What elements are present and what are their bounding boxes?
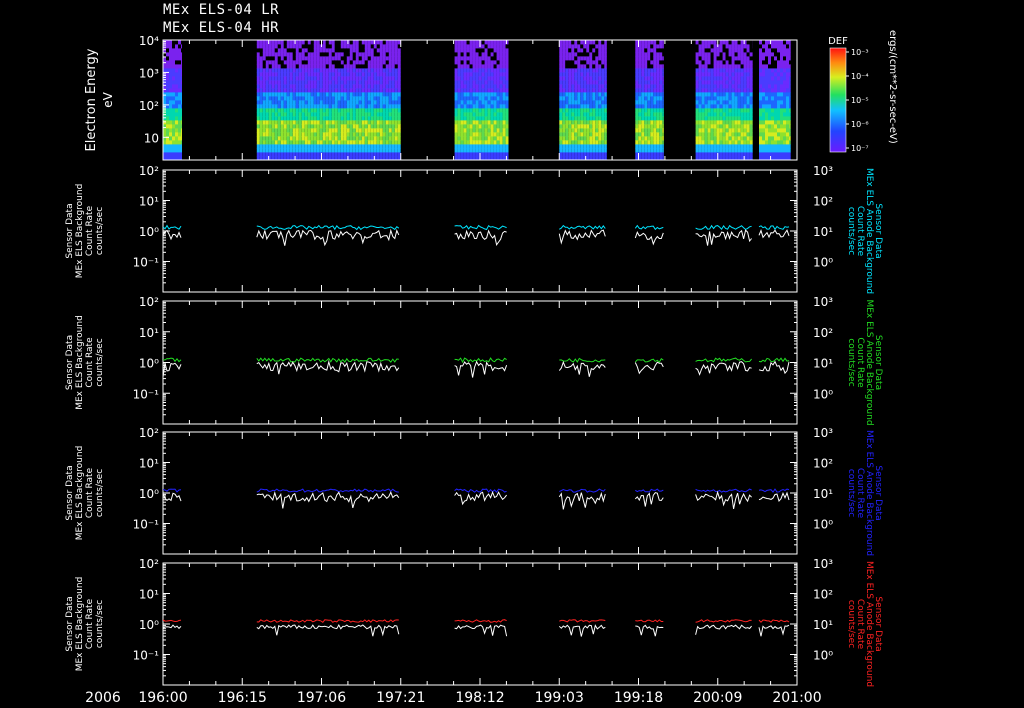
panel-left-ytick-label: 10⁻¹ [133, 518, 160, 532]
xtick-label: 198:12 [455, 690, 504, 706]
panel-left-ytick-label: 10⁻¹ [133, 649, 160, 663]
panel-left-label: Sensor Data [65, 465, 75, 520]
spectrogram-ylabel: Electron Energy [84, 48, 99, 151]
panel-3-series-1 [162, 488, 790, 493]
panel-right-ytick-label: 10¹ [813, 487, 833, 501]
panel-4-series-1 [162, 619, 790, 623]
panel-right-ytick-label: 10⁰ [813, 256, 833, 270]
xtick-label: 199:18 [614, 690, 663, 706]
spectrogram-heatmap [163, 40, 791, 161]
panel-left-label: Count Rate [85, 467, 95, 518]
panel-left-ytick-label: 10¹ [139, 326, 159, 340]
panel-left-label: MEx ELS Background [75, 315, 85, 410]
panel-left-label: Sensor Data [65, 596, 75, 651]
panel-right-ytick-label: 10³ [813, 164, 833, 178]
panel-2-series-2 [162, 359, 790, 378]
panel-left-label: Sensor Data [65, 335, 75, 390]
panel-left-label: Count Rate [85, 337, 95, 388]
panel-left-label: Sensor Data [65, 203, 75, 258]
xtick-label: 199:03 [535, 690, 584, 706]
panel-right-ytick-label: 10² [813, 457, 833, 471]
xtick-label: 197:21 [376, 690, 425, 706]
panel-left-ytick-label: 10² [139, 426, 159, 440]
panel-left-ytick-label: 10⁰ [139, 618, 159, 632]
colorbar [829, 47, 847, 153]
spectrogram-ytick-label: 10³ [139, 66, 159, 80]
panel-right-ytick-label: 10¹ [813, 618, 833, 632]
panel-left-label: Count Rate [85, 205, 95, 256]
panel-4-frame [162, 562, 798, 686]
spectrogram-yunit: eV [101, 91, 115, 107]
panel-1-series-1 [162, 224, 790, 231]
panel-right-ytick-label: 10³ [813, 557, 833, 571]
panel-right-ytick-label: 10¹ [813, 225, 833, 239]
panel-right-ytick-label: 10⁰ [813, 649, 833, 663]
panel-4-series-2 [162, 623, 790, 637]
panel-right-ytick-label: 10⁰ [813, 387, 833, 401]
panel-1-series-2 [162, 228, 790, 247]
year-label: 2006 [85, 690, 121, 706]
panel-right-ytick-label: 10² [813, 588, 833, 602]
panel-right-ytick-label: 10¹ [813, 357, 833, 371]
xtick-label: 200:09 [693, 690, 742, 706]
spectrogram-ytick-label: 10² [139, 99, 159, 113]
panel-right-ytick-label: 10⁰ [813, 518, 833, 532]
panel-left-ytick-label: 10⁰ [139, 357, 159, 371]
panel-left-ytick-label: 10² [139, 557, 159, 571]
colorbar-unit: ergs/(cm**2-sr-sec-eV) [887, 30, 898, 144]
panel-right-label: counts/sec [846, 600, 856, 648]
xtick-label: 197:06 [297, 690, 346, 706]
colorbar-tick-label: 10⁻⁴ [851, 72, 869, 81]
panel-right-label: counts/sec [846, 207, 856, 255]
panel-1-frame [162, 169, 798, 293]
panel-right-label: counts/sec [846, 469, 856, 517]
panel-left-ytick-label: 10¹ [139, 457, 159, 471]
panel-3-frame [162, 431, 798, 555]
panel-left-label: MEx ELS Background [75, 446, 85, 541]
panel-left-ytick-label: 10² [139, 295, 159, 309]
xtick-label: 196:15 [218, 690, 267, 706]
panel-2-series-1 [162, 357, 790, 364]
chart-canvas: 10 10² 10³ 10⁴ Electron Energy eV DEF10⁻³ 10⁻⁴ 1… [65, 30, 898, 706]
panel-left-ytick-label: 10⁻¹ [133, 256, 160, 270]
spectrogram-ytick-label: 10 [144, 131, 159, 145]
panel-left-label: MEx ELS Background [75, 577, 85, 672]
spectrogram-ytick-label: 10⁴ [139, 34, 159, 48]
colorbar-tick-label: 10⁻⁵ [851, 96, 869, 105]
xtick-label: 201:00 [772, 690, 821, 706]
panel-left-label: counts/sec [95, 600, 105, 648]
panel-left-label: counts/sec [95, 338, 105, 386]
colorbar-label: DEF [828, 36, 848, 47]
panel-left-ytick-label: 10¹ [139, 195, 159, 209]
panel-right-ytick-label: 10² [813, 195, 833, 209]
panel-left-ytick-label: 10¹ [139, 588, 159, 602]
panel-right-ytick-label: 10² [813, 326, 833, 340]
panel-right-ytick-label: 10³ [813, 295, 833, 309]
colorbar-tick-label: 10⁻³ [851, 48, 869, 57]
panel-right-label: counts/sec [846, 338, 856, 386]
colorbar-tick-label: 10⁻⁶ [851, 120, 869, 129]
panel-left-ytick-label: 10⁰ [139, 225, 159, 239]
panel-left-label: MEx ELS Background [75, 184, 85, 279]
panel-left-label: Count Rate [85, 598, 95, 649]
panel-left-label: counts/sec [95, 207, 105, 255]
xtick-label: 196:00 [138, 690, 187, 706]
panel-3-series-2 [162, 490, 790, 510]
panel-left-ytick-label: 10⁰ [139, 487, 159, 501]
panel-right-ytick-label: 10³ [813, 426, 833, 440]
colorbar-tick-label: 10⁻⁷ [851, 144, 869, 153]
panel-left-ytick-label: 10² [139, 164, 159, 178]
panel-left-ytick-label: 10⁻¹ [133, 387, 160, 401]
panel-left-label: counts/sec [95, 469, 105, 517]
